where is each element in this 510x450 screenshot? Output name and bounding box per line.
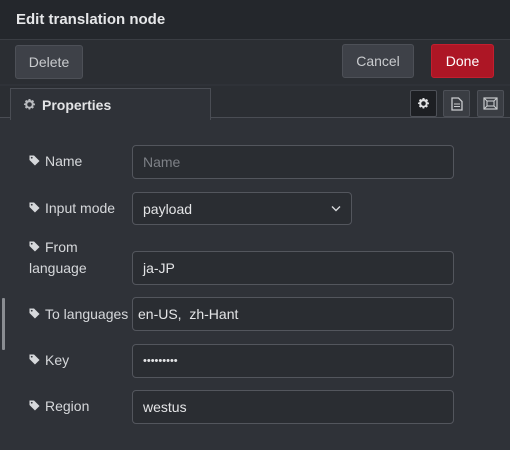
key-label-text: Key [45, 352, 70, 368]
to-languages-value: en-US, zh-Hant [138, 306, 239, 322]
input-mode-select[interactable]: payload [132, 192, 352, 225]
region-value: westus [143, 399, 187, 415]
done-button[interactable]: Done [431, 44, 494, 78]
from-language-label-second-line: language [29, 258, 87, 279]
tray-header: Edit translation node [0, 0, 510, 40]
name-label-text: Name [45, 153, 83, 169]
frame-icon [483, 97, 498, 110]
tag-icon [29, 354, 40, 365]
region-field[interactable]: westus [132, 390, 454, 424]
tag-icon [29, 155, 40, 166]
tag-icon [29, 241, 40, 252]
name-label: Name [29, 151, 82, 172]
to-languages-label-text: To languages [45, 306, 129, 322]
to-languages-field[interactable]: en-US, zh-Hant [132, 297, 454, 331]
node-settings-button[interactable] [410, 90, 437, 117]
input-mode-label-text: Input mode [45, 200, 116, 216]
document-icon [450, 96, 463, 111]
node-appearance-button[interactable] [477, 90, 504, 117]
key-field[interactable]: ••••••••• [132, 344, 454, 378]
tag-icon [29, 202, 40, 213]
tab-properties-label: Properties [42, 96, 112, 113]
from-language-field[interactable]: ja-JP [132, 251, 454, 285]
node-description-button[interactable] [443, 90, 470, 117]
from-language-label: From [29, 237, 78, 258]
from-language-value: ja-JP [143, 260, 175, 276]
gear-icon [23, 98, 36, 110]
resize-handle[interactable] [2, 298, 5, 350]
from-language-label-line1: From [45, 239, 78, 255]
tray-title: Edit translation node [16, 11, 166, 28]
tab-properties[interactable]: Properties [10, 88, 211, 120]
tag-icon [29, 400, 40, 411]
key-label: Key [29, 350, 69, 371]
from-language-label-line2: language [29, 260, 87, 276]
tag-icon [29, 308, 40, 319]
to-languages-label: To languages [29, 304, 128, 325]
key-masked-value: ••••••••• [143, 355, 178, 367]
gear-icon [417, 97, 430, 109]
name-input[interactable] [143, 154, 443, 170]
input-mode-value: payload [143, 200, 193, 217]
cancel-button[interactable]: Cancel [342, 44, 414, 78]
name-field[interactable] [132, 145, 454, 179]
chevron-down-icon [331, 206, 341, 212]
region-label: Region [29, 396, 89, 417]
delete-button[interactable]: Delete [15, 45, 83, 79]
region-label-text: Region [45, 398, 90, 414]
input-mode-label: Input mode [29, 198, 115, 219]
